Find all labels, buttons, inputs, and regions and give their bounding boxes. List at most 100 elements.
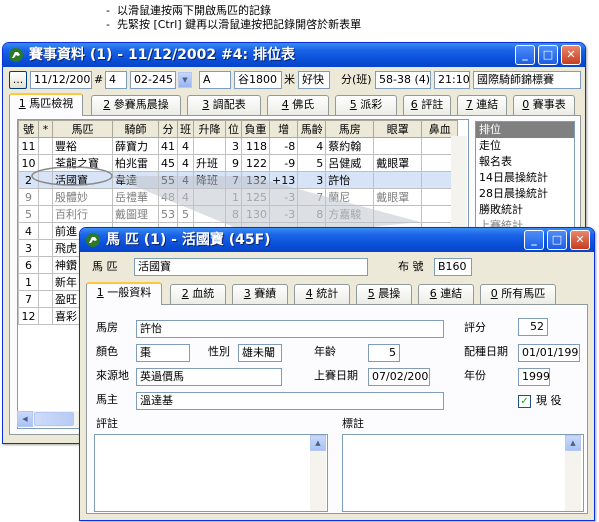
- table-cell[interactable]: 7: [18, 290, 39, 308]
- table-cell[interactable]: 2: [18, 171, 39, 189]
- table-cell[interactable]: [38, 154, 53, 172]
- race-window-titlebar[interactable]: 賽事資料 (1) - 11/12/2002 #4: 排位表 _ □ ✕: [3, 43, 585, 67]
- brand-field[interactable]: B160: [434, 258, 472, 276]
- tab-trackwork[interactable]: 5 晨操: [356, 284, 412, 304]
- colour-field[interactable]: 棗: [136, 344, 190, 362]
- horse-name-field[interactable]: 活國寶: [134, 258, 368, 276]
- table-cell[interactable]: 4: [18, 222, 39, 240]
- list-item[interactable]: 報名表: [476, 154, 574, 170]
- class-field[interactable]: A: [199, 71, 231, 89]
- scroll-up-icon[interactable]: ▲: [310, 435, 326, 451]
- race-code-dropdown[interactable]: ▼: [178, 72, 192, 88]
- table-cell[interactable]: 122: [241, 154, 270, 172]
- tab-trackwork[interactable]: 2 參賽馬晨操: [91, 95, 181, 115]
- table-cell[interactable]: -8: [268, 137, 299, 155]
- table-row[interactable]: 5 百利行 戴圖理 53 5 8 130 -3 8 方嘉駿: [18, 205, 459, 223]
- table-cell[interactable]: 許怡: [325, 171, 375, 189]
- browse-button[interactable]: ...: [9, 71, 27, 89]
- tab-links[interactable]: 6 連結: [418, 284, 474, 304]
- active-checkbox[interactable]: ✓: [518, 395, 531, 408]
- table-cell[interactable]: [38, 171, 53, 189]
- year-field[interactable]: 1999: [518, 368, 550, 386]
- table-cell[interactable]: 12: [18, 307, 39, 325]
- table-cell[interactable]: 戴圖理: [112, 205, 159, 223]
- origin-field[interactable]: 英過價馬: [136, 368, 282, 386]
- table-row[interactable]: 10 荃龍之寶 柏兆雷 45 4 升班 9 122 -9 5 呂健威 戴眼罩: [18, 154, 459, 172]
- horse-window-titlebar[interactable]: 馬 匹 (1) - 活國寶 (45F) _ □ ✕: [80, 228, 594, 252]
- table-cell[interactable]: 4: [177, 137, 194, 155]
- rating-field[interactable]: 52: [518, 318, 548, 336]
- table-cell[interactable]: 戴眼罩: [373, 154, 423, 172]
- table-cell[interactable]: [373, 171, 423, 189]
- table-cell[interactable]: 8: [225, 205, 242, 223]
- table-cell[interactable]: 降班: [193, 171, 226, 189]
- tab-horse-view[interactable]: 1 馬匹檢視: [9, 93, 83, 116]
- table-cell[interactable]: [38, 205, 53, 223]
- rating-field[interactable]: 58-38 (4): [375, 71, 431, 89]
- table-cell[interactable]: 3: [297, 171, 327, 189]
- tab-statistics[interactable]: 4 統計: [294, 284, 350, 304]
- report-list[interactable]: 排位 走位 報名表 14日晨操統計 28日晨操統計 勝敗統計 上賽統計: [475, 121, 575, 241]
- table-cell[interactable]: 升班: [193, 154, 226, 172]
- col-header[interactable]: 班: [177, 120, 194, 138]
- tab-blend[interactable]: 3 調配表: [187, 95, 261, 115]
- table-row[interactable]: 11 豐裕 薛寶力 41 4 3 118 -8 4 蔡約翰: [18, 137, 459, 155]
- table-row[interactable]: 9 殷體妙 岳禮華 48 4 1 125 -3 7 蘭尼 戴眼罩: [18, 188, 459, 206]
- table-cell[interactable]: [38, 222, 53, 240]
- time-field[interactable]: 21:10: [434, 71, 470, 89]
- table-cell[interactable]: [38, 273, 53, 291]
- remark-scrollbar[interactable]: ▲: [565, 435, 581, 511]
- table-cell[interactable]: 5: [297, 154, 327, 172]
- table-cell[interactable]: 9: [18, 188, 39, 206]
- table-cell[interactable]: 8: [297, 205, 327, 223]
- race-no-field[interactable]: 4: [105, 71, 127, 89]
- col-header[interactable]: *: [38, 120, 53, 138]
- table-cell[interactable]: 125: [241, 188, 270, 206]
- table-cell[interactable]: 荃龍之寶: [52, 154, 113, 172]
- table-cell[interactable]: [373, 205, 423, 223]
- table-cell[interactable]: 戴眼罩: [373, 188, 423, 206]
- table-cell[interactable]: 9: [225, 154, 242, 172]
- table-cell[interactable]: 活國寶: [52, 171, 113, 189]
- table-cell[interactable]: 4: [177, 154, 194, 172]
- table-cell[interactable]: [38, 256, 53, 274]
- table-cell[interactable]: 118: [241, 137, 270, 155]
- table-cell[interactable]: 130: [241, 205, 270, 223]
- table-cell[interactable]: [38, 239, 53, 257]
- table-cell[interactable]: 10: [18, 154, 39, 172]
- col-header[interactable]: 馬齡: [297, 120, 327, 138]
- table-cell[interactable]: -3: [268, 205, 299, 223]
- track-field[interactable]: 谷1800: [234, 71, 282, 89]
- col-header[interactable]: 升降: [193, 120, 226, 138]
- tab-general[interactable]: 1 一般資料: [86, 282, 162, 305]
- scroll-up-icon[interactable]: ▲: [565, 435, 581, 451]
- table-cell[interactable]: 48: [158, 188, 178, 206]
- table-cell[interactable]: 柏兆雷: [112, 154, 159, 172]
- table-cell[interactable]: 41: [158, 137, 178, 155]
- minimize-button[interactable]: _: [524, 230, 544, 250]
- table-cell[interactable]: 1: [225, 188, 242, 206]
- sex-field[interactable]: 雄未閹: [238, 344, 282, 362]
- table-cell[interactable]: 殷體妙: [52, 188, 113, 206]
- table-cell[interactable]: 1: [18, 273, 39, 291]
- table-cell[interactable]: [38, 188, 53, 206]
- table-cell[interactable]: 55: [158, 171, 178, 189]
- first-race-field[interactable]: 07/02/2004: [368, 368, 430, 386]
- table-cell[interactable]: [38, 137, 53, 155]
- table-cell[interactable]: 4: [177, 171, 194, 189]
- table-cell[interactable]: 方嘉駿: [325, 205, 375, 223]
- tab-pedigree[interactable]: 2 血統: [170, 284, 226, 304]
- table-cell[interactable]: 5: [177, 205, 194, 223]
- col-header[interactable]: 位: [225, 120, 242, 138]
- table-cell[interactable]: 4: [177, 188, 194, 206]
- list-item[interactable]: 排位: [476, 122, 574, 138]
- table-row[interactable]: 2 活國寶 韋達 55 4 降班 7 132 +13 3 許怡: [18, 171, 459, 189]
- table-cell[interactable]: 蘭尼: [325, 188, 375, 206]
- race-code-field[interactable]: 02-245: [130, 71, 176, 89]
- tab-comments[interactable]: 6 評註: [403, 95, 451, 115]
- tab-fuller[interactable]: 4 佛氏: [267, 95, 329, 115]
- col-header[interactable]: 騎師: [112, 120, 159, 138]
- race-date-field[interactable]: 11/12/2002: [30, 71, 92, 89]
- col-header[interactable]: 馬房: [325, 120, 375, 138]
- scroll-left-icon[interactable]: ◀: [17, 411, 33, 427]
